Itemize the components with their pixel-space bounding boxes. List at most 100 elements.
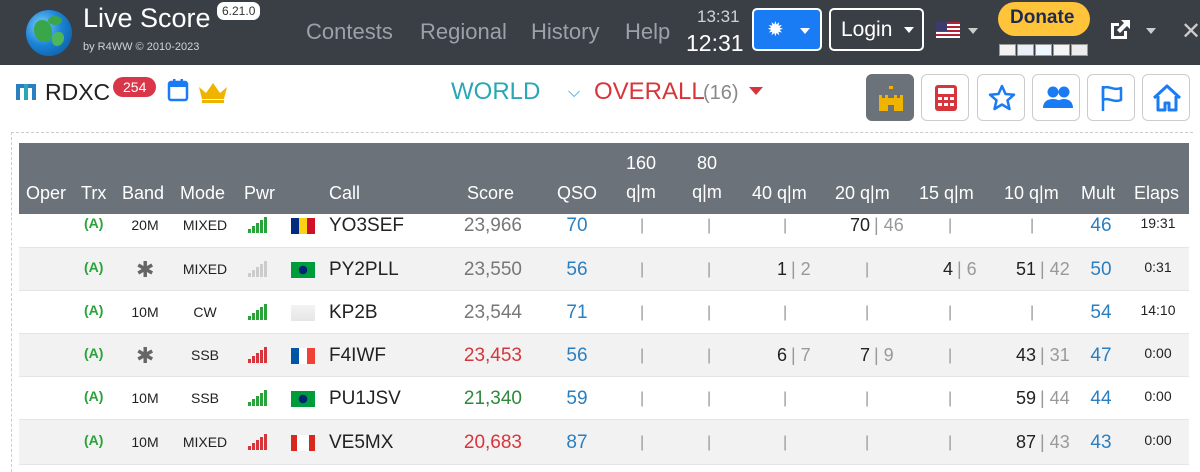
top-navbar: Live Score 6.21.0 by R4WW © 2010-2023 Co…	[0, 0, 1200, 65]
login-button[interactable]: Login	[829, 8, 924, 51]
elapsed-cell: 14:10	[1140, 302, 1176, 318]
mode-cell: MIXED	[182, 261, 228, 277]
crown-icon[interactable]	[197, 81, 229, 103]
table-row[interactable]: (A) ✱ SSB F4IWF 23,453 56 | | 6 | 7 7 | 9 | 43 | 31 47 0…	[19, 334, 1189, 377]
country-flag-icon	[291, 305, 315, 321]
category-selector-overall[interactable]: OVERALL	[594, 78, 705, 106]
band-cell: 10M	[131, 304, 159, 320]
elapsed-cell: 0:00	[1144, 432, 1172, 448]
donate-label: Donate	[1010, 7, 1075, 28]
col-mode[interactable]: Mode	[180, 183, 225, 204]
band-mult-value: | 7	[791, 345, 811, 365]
score-cell: 23,550	[463, 259, 522, 280]
trx-antenna-icon: (A)	[84, 432, 104, 448]
power-signal-icon	[248, 217, 270, 233]
col-qso[interactable]: QSO	[557, 183, 597, 204]
col-80[interactable]: 80 q|m	[685, 149, 729, 207]
donate-button[interactable]: Donate	[998, 2, 1090, 36]
band-cell: 20M	[131, 217, 159, 233]
table-row[interactable]: (A) 20M MIXED YO3SEF 23,966 70 | | | 70 | 46 | | 46 19…	[19, 204, 1189, 248]
clock-local: 13:31	[697, 7, 740, 26]
col-oper[interactable]: Oper	[26, 183, 66, 204]
participants-count-badge: 254	[113, 77, 157, 97]
col-10[interactable]: 10 q|m	[1004, 183, 1059, 204]
nav-history[interactable]: History	[531, 19, 599, 45]
callsign-link[interactable]: F4IWF	[329, 345, 386, 367]
trx-antenna-icon: (A)	[84, 345, 104, 361]
trx-antenna-icon: (A)	[84, 302, 104, 318]
band-qso-value: 87	[1015, 432, 1036, 452]
trx-antenna-icon: (A)	[84, 388, 104, 404]
elapsed-cell: 0:31	[1144, 259, 1172, 275]
sun-icon: ✹	[767, 19, 784, 41]
band-mult-value: | 44	[1040, 388, 1070, 408]
score-cell: 21,340	[463, 388, 522, 409]
col-band[interactable]: Band	[122, 183, 164, 204]
external-link-icon[interactable]	[1107, 17, 1133, 43]
col-mult[interactable]: Mult	[1081, 183, 1115, 204]
band-mult-value: | 2	[791, 259, 811, 279]
band-cell: 10M	[131, 434, 159, 450]
col-20[interactable]: 20 q|m	[835, 183, 890, 204]
caret-down-icon[interactable]	[968, 28, 978, 34]
calendar-icon[interactable]	[167, 78, 189, 102]
mode-cell: MIXED	[182, 217, 228, 233]
globe-logo-icon[interactable]	[26, 10, 72, 56]
favorites-button[interactable]	[977, 74, 1025, 121]
band-mult-value: | 46	[874, 215, 904, 235]
band-separator: |	[783, 304, 788, 321]
table-row[interactable]: (A) 10M MIXED VE5MX 20,683 87 | | | | | 87 | 43 43 0:0…	[19, 420, 1189, 465]
nav-contests[interactable]: Contests	[306, 19, 393, 45]
band-qso-value: 7	[859, 345, 870, 365]
col-call[interactable]: Call	[329, 183, 360, 204]
band-cell: 10M	[131, 390, 159, 406]
callsign-link[interactable]: YO3SEF	[329, 215, 404, 237]
app-title[interactable]: Live Score	[83, 3, 211, 34]
col-score[interactable]: Score	[467, 183, 514, 204]
table-row[interactable]: (A) 10M SSB PU1JSV 21,340 59 | | | | | 59 | 44 44 0:00	[19, 377, 1189, 420]
callsign-link[interactable]: VE5MX	[329, 432, 393, 454]
col-15[interactable]: 15 q|m	[919, 183, 974, 204]
caret-down-icon[interactable]	[1146, 28, 1156, 34]
band-qso-value: 43	[1015, 345, 1036, 365]
castle-view-button[interactable]	[866, 74, 914, 121]
calculator-icon	[935, 85, 957, 111]
chevron-down-icon[interactable]: ⌵	[568, 84, 580, 102]
col-pwr[interactable]: Pwr	[244, 183, 275, 204]
theme-button[interactable]: ✹	[752, 8, 822, 51]
clock-utc: 12:31	[686, 30, 744, 56]
mode-cell: MIXED	[182, 434, 228, 450]
nav-help[interactable]: Help	[625, 19, 670, 45]
us-flag-icon[interactable]	[936, 22, 960, 38]
country-flag-button[interactable]	[1087, 74, 1135, 121]
home-icon	[1152, 84, 1182, 112]
multi-band-icon: ✱	[136, 343, 155, 368]
callsign-link[interactable]: PY2PLL	[329, 259, 399, 281]
band-qso-value: 70	[849, 215, 870, 235]
band-separator: |	[707, 434, 712, 451]
caret-down-icon	[904, 27, 914, 33]
col-elaps[interactable]: Elaps	[1134, 183, 1179, 204]
caret-down-icon[interactable]	[749, 87, 763, 95]
country-flag-icon	[291, 262, 315, 278]
table-row[interactable]: (A) 10M CW KP2B 23,544 71 | | | | | | 54 14:10	[19, 291, 1189, 334]
band-separator: |	[1030, 304, 1035, 321]
col-40[interactable]: 40 q|m	[752, 183, 807, 204]
table-row[interactable]: (A) ✱ MIXED PY2PLL 23,550 56 | | 1 | 2 | 4 | 6 51 | 42…	[19, 248, 1189, 291]
col-160[interactable]: 160 q|m	[619, 149, 663, 207]
band-mult-value: | 42	[1040, 259, 1070, 279]
home-button[interactable]	[1142, 74, 1190, 121]
scope-selector-world[interactable]: WORLD	[451, 78, 540, 106]
band-mult-value: | 6	[957, 259, 977, 279]
callsign-link[interactable]: KP2B	[329, 302, 378, 324]
operators-button[interactable]	[1032, 74, 1080, 121]
band-qso-value: 6	[776, 345, 787, 365]
elapsed-cell: 0:00	[1144, 345, 1172, 361]
col-trx[interactable]: Trx	[81, 183, 106, 204]
nav-regional[interactable]: Regional	[420, 19, 507, 45]
contest-name[interactable]: RDXC	[45, 79, 110, 106]
close-icon[interactable]: ✕	[1181, 20, 1200, 44]
band-separator: |	[640, 390, 645, 407]
calculator-button[interactable]	[921, 74, 969, 121]
callsign-link[interactable]: PU1JSV	[329, 388, 401, 410]
